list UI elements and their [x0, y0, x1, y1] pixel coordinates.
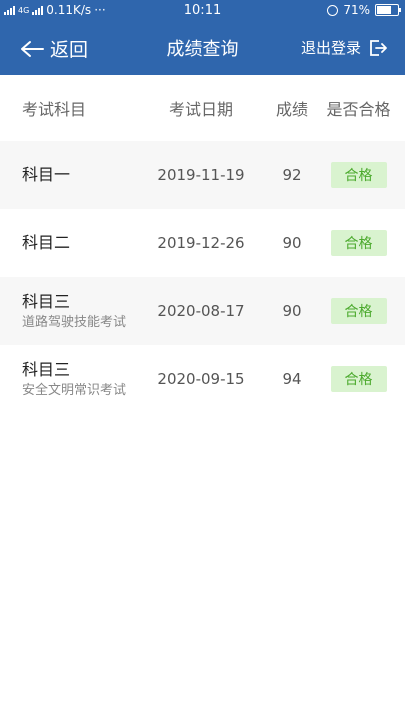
table-row: 科目三 安全文明常识考试 2020-09-15 94 合格	[0, 345, 405, 413]
date-cell: 2019-12-26	[157, 234, 245, 252]
score-cell: 90	[282, 302, 302, 320]
subject-subtitle: 安全文明常识考试	[22, 382, 127, 398]
status-right: 71%	[327, 3, 401, 17]
pass-badge: 合格	[330, 366, 387, 392]
subject-subtitle: 道路驾驶技能考试	[22, 314, 127, 330]
pass-badge: 合格	[330, 298, 387, 324]
subject-name: 科目一	[22, 165, 71, 184]
battery-icon	[375, 4, 401, 16]
pass-cell: 合格	[318, 298, 405, 324]
logout-icon	[370, 39, 387, 56]
subject-cell: 科目一	[0, 165, 130, 185]
pass-cell: 合格	[318, 366, 405, 392]
logout-button[interactable]: 退出登录	[301, 37, 387, 58]
app-header: 4G 0.11K/s ··· 10:11 71% 返回 成绩查询 退出登录	[0, 0, 405, 75]
alarm-icon	[327, 4, 339, 16]
pass-badge: 合格	[330, 162, 387, 188]
subject-cell: 科目三 道路驾驶技能考试	[0, 292, 130, 331]
date-cell: 2019-11-19	[157, 166, 245, 184]
date-cell: 2020-08-17	[157, 302, 245, 320]
header-subject: 考试科目	[22, 100, 87, 119]
battery-percent: 71%	[343, 3, 370, 17]
header-score: 成绩	[275, 100, 308, 119]
header-pass: 是否合格	[326, 100, 391, 119]
subject-cell: 科目二	[0, 233, 130, 253]
score-cell: 94	[282, 370, 302, 388]
score-cell: 92	[282, 166, 302, 184]
date-cell: 2020-09-15	[157, 370, 245, 388]
table-row: 科目二 2019-12-26 90 合格	[0, 209, 405, 277]
status-bar: 4G 0.11K/s ··· 10:11 71%	[0, 0, 405, 21]
subject-cell: 科目三 安全文明常识考试	[0, 360, 130, 399]
pass-badge: 合格	[330, 230, 387, 256]
table-row: 科目三 道路驾驶技能考试 2020-08-17 90 合格	[0, 277, 405, 345]
subject-name: 科目三	[22, 359, 71, 379]
score-cell: 90	[282, 234, 302, 252]
nav-bar: 返回 成绩查询 退出登录	[0, 21, 405, 75]
pass-cell: 合格	[318, 230, 405, 256]
table-row: 科目一 2019-11-19 92 合格	[0, 141, 405, 209]
header-date: 考试日期	[168, 100, 233, 119]
pass-cell: 合格	[318, 162, 405, 188]
subject-name: 科目三	[22, 291, 71, 311]
logout-label: 退出登录	[300, 39, 361, 57]
table-header: 考试科目 考试日期 成绩 是否合格	[0, 75, 405, 141]
subject-name: 科目二	[22, 233, 71, 252]
